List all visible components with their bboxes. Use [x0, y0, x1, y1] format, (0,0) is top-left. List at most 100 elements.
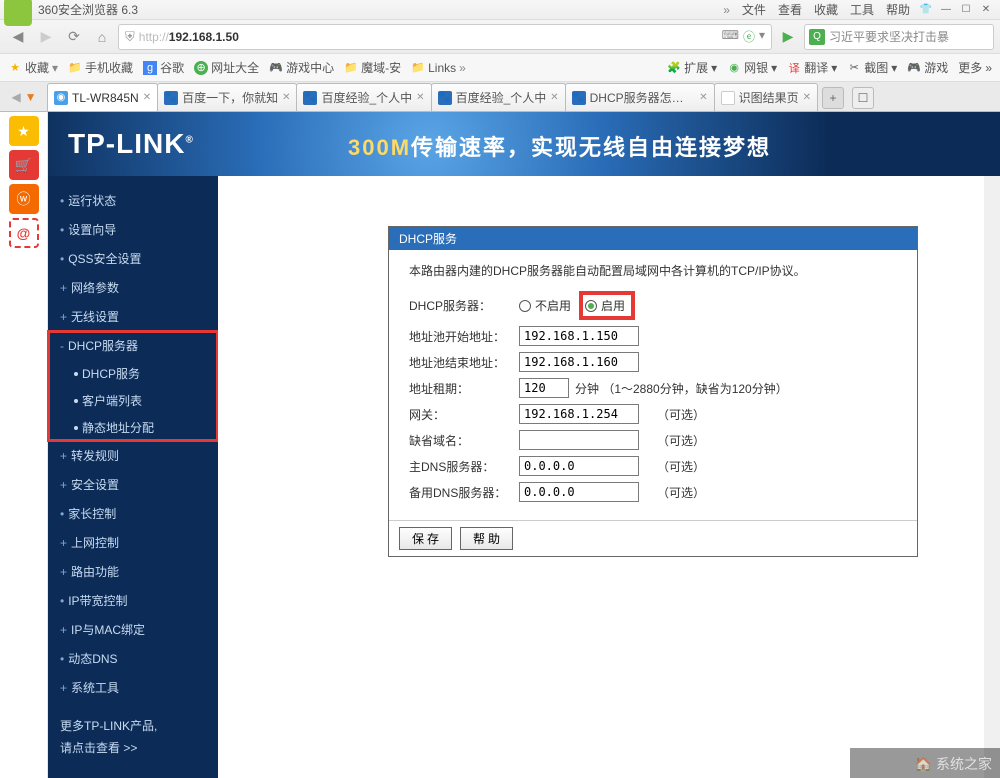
- sb-wizard[interactable]: •设置向导: [48, 215, 218, 244]
- radio-disable[interactable]: 不启用: [519, 297, 571, 314]
- search-input[interactable]: Q 习近平要求坚决打击暴: [804, 24, 994, 50]
- weibo-chip[interactable]: ⓦ: [9, 184, 39, 214]
- close-icon[interactable]: ✕: [803, 92, 811, 103]
- bm-games[interactable]: 🎮游戏: [907, 59, 948, 76]
- menu-help[interactable]: 帮助: [886, 1, 910, 18]
- menu-fav[interactable]: 收藏: [814, 1, 838, 18]
- back-button[interactable]: ◀: [6, 25, 30, 49]
- skin-icon[interactable]: 👕: [918, 3, 934, 17]
- shield-icon: ⛨: [125, 29, 135, 45]
- go-button[interactable]: ▶: [776, 25, 800, 49]
- search-placeholder: 习近平要求坚决打击暴: [829, 28, 949, 45]
- sb-bandwidth[interactable]: •IP带宽控制: [48, 586, 218, 615]
- bm-shot[interactable]: ✂截图 ▾: [847, 59, 897, 76]
- menu-tool[interactable]: 工具: [850, 1, 874, 18]
- input-start-ip[interactable]: [519, 326, 639, 346]
- translate-icon: 译: [787, 61, 801, 75]
- sb-more-products[interactable]: 更多TP-LINK产品,请点击查看 >>: [48, 702, 218, 773]
- input-dns1[interactable]: [519, 456, 639, 476]
- gift-icon[interactable]: »: [723, 3, 730, 17]
- bm-links[interactable]: 📁Links »: [411, 61, 466, 75]
- close-button[interactable]: ✕: [978, 3, 994, 17]
- label-start: 地址池开始地址：: [409, 328, 519, 345]
- paw-icon: 🐾: [572, 91, 586, 105]
- sb-parent[interactable]: •家长控制: [48, 499, 218, 528]
- bm-game[interactable]: 🎮游戏中心: [269, 59, 334, 76]
- menu-view[interactable]: 查看: [778, 1, 802, 18]
- sb-ddns[interactable]: •动态DNS: [48, 644, 218, 673]
- lease-note: 分钟 （1～2880分钟，缺省为120分钟）: [575, 380, 788, 397]
- bm-fav[interactable]: ★收藏 ▾: [8, 59, 58, 76]
- compat-icon[interactable]: ⓔ: [743, 28, 755, 45]
- tab-baidu3[interactable]: 🐾百度经验_个人中✕: [431, 83, 566, 111]
- tab-baidu2[interactable]: 🐾百度经验_个人中✕: [296, 83, 431, 111]
- keyboard-icon[interactable]: ⌨: [722, 28, 739, 45]
- forward-button[interactable]: ▶: [34, 25, 58, 49]
- system-title-bar: 360安全浏览器 6.3 » 文件 查看 收藏 工具 帮助 👕 — ☐ ✕: [0, 0, 1000, 20]
- save-button[interactable]: 保 存: [399, 527, 452, 550]
- user-avatar[interactable]: [4, 0, 32, 26]
- sb-dhcp[interactable]: -DHCP服务器: [48, 331, 218, 360]
- close-icon[interactable]: ✕: [282, 92, 290, 103]
- refresh-button[interactable]: ⟳: [62, 25, 86, 49]
- tab-dhcp[interactable]: 🐾DHCP服务器怎么设✕: [565, 83, 715, 111]
- max-button[interactable]: ☐: [958, 3, 974, 17]
- bm-moyu[interactable]: 📁魔域-安: [344, 59, 401, 76]
- radio-enable[interactable]: 启用: [585, 297, 625, 314]
- sb-access[interactable]: +上网控制: [48, 528, 218, 557]
- star-icon: ★: [8, 61, 22, 75]
- menu-file[interactable]: 文件: [742, 1, 766, 18]
- close-icon[interactable]: ✕: [416, 92, 424, 103]
- router-banner: TP-LINK® 300M传输速率，实现无线自由连接梦想: [48, 112, 1000, 176]
- help-button[interactable]: 帮 助: [460, 527, 513, 550]
- sb-ipmac[interactable]: +IP与MAC绑定: [48, 615, 218, 644]
- router-content: DHCP服务 本路由器内建的DHCP服务器能自动配置局域网中各计算机的TCP/I…: [218, 176, 1000, 778]
- sb-dhcp-svc[interactable]: DHCP服务: [48, 360, 218, 387]
- page-scrollbar[interactable]: [984, 176, 1000, 778]
- star-chip[interactable]: ★: [9, 116, 39, 146]
- tab-overflow-button[interactable]: ☐: [852, 87, 874, 109]
- sb-security[interactable]: +安全设置: [48, 470, 218, 499]
- tab-tplink[interactable]: ◉TL-WR845N✕: [47, 83, 158, 111]
- sb-forward[interactable]: +转发规则: [48, 441, 218, 470]
- watermark: 🏠系统之家: [915, 754, 992, 774]
- bm-mobile[interactable]: 📁手机收藏: [68, 59, 133, 76]
- sb-qss[interactable]: •QSS安全设置: [48, 244, 218, 273]
- input-dns2[interactable]: [519, 482, 639, 502]
- tplink-logo: TP-LINK®: [68, 128, 194, 160]
- router-page: TP-LINK® 300M传输速率，实现无线自由连接梦想 •运行状态 •设置向导…: [48, 112, 1000, 778]
- url-input[interactable]: ⛨ http:// 192.168.1.50 ⌨ ⓔ ▾: [118, 24, 772, 50]
- tab-nav[interactable]: ◀▼: [0, 83, 48, 111]
- bm-wzdq[interactable]: ⊕网址大全: [194, 59, 259, 76]
- sb-tools[interactable]: +系统工具: [48, 673, 218, 702]
- bm-google[interactable]: g谷歌: [143, 59, 184, 76]
- close-icon[interactable]: ✕: [143, 92, 151, 103]
- input-gateway[interactable]: [519, 404, 639, 424]
- sb-routing[interactable]: +路由功能: [48, 557, 218, 586]
- bm-more[interactable]: 更多 »: [958, 59, 992, 76]
- browser-title: 360安全浏览器 6.3: [38, 1, 138, 18]
- sb-status[interactable]: •运行状态: [48, 186, 218, 215]
- min-button[interactable]: —: [938, 3, 954, 17]
- bm-ext[interactable]: 🧩扩展 ▾: [667, 59, 717, 76]
- sb-dhcp-clients[interactable]: 客户端列表: [48, 387, 218, 414]
- bm-net[interactable]: ◉网银 ▾: [727, 59, 777, 76]
- new-tab-button[interactable]: +: [822, 87, 844, 109]
- tab-baidu1[interactable]: 🐾百度一下，你就知✕: [157, 83, 297, 111]
- at-chip[interactable]: @: [9, 218, 39, 248]
- input-end-ip[interactable]: [519, 352, 639, 372]
- home-button[interactable]: ⌂: [90, 25, 114, 49]
- url-host: 192.168.1.50: [169, 30, 239, 44]
- paw-icon: 🐾: [438, 91, 452, 105]
- tab-img[interactable]: 识图结果页✕: [714, 83, 818, 111]
- cart-chip[interactable]: 🛒: [9, 150, 39, 180]
- input-domain[interactable]: [519, 430, 639, 450]
- bm-trans[interactable]: 译翻译 ▾: [787, 59, 837, 76]
- close-icon[interactable]: ✕: [699, 92, 707, 103]
- sb-wireless[interactable]: +无线设置: [48, 302, 218, 331]
- input-lease[interactable]: [519, 378, 569, 398]
- sb-dhcp-static[interactable]: 静态地址分配: [48, 414, 218, 441]
- sb-network[interactable]: +网络参数: [48, 273, 218, 302]
- close-icon[interactable]: ✕: [550, 92, 558, 103]
- dropdown-icon[interactable]: ▾: [759, 28, 765, 45]
